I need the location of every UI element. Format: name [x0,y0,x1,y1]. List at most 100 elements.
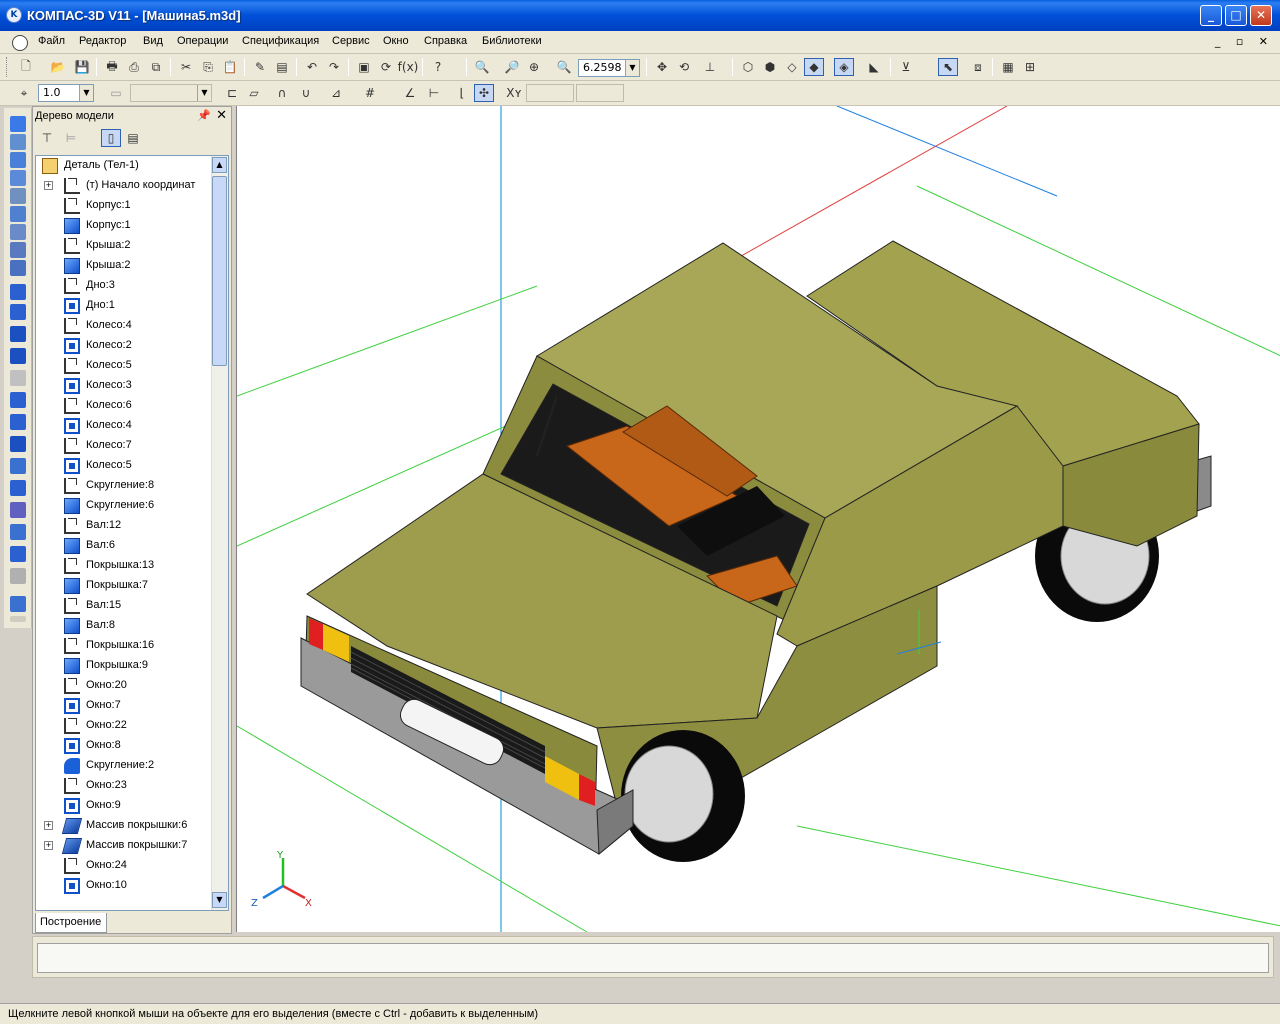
undo-icon[interactable]: ↶ [302,58,322,76]
wireframe-icon[interactable]: ⬡ [738,58,758,76]
tab-build[interactable]: Построение [35,913,107,933]
tree-item[interactable]: Колесо:6 [36,396,211,416]
menu-edit[interactable]: Редактор [79,35,126,47]
tree-item[interactable]: Покрышка:13 [36,556,211,576]
coords-icon[interactable]: ✣ [474,84,494,102]
snap-icon[interactable]: ∪ [296,84,316,102]
help-cursor-icon[interactable]: ? [428,58,448,76]
round-icon[interactable]: ⌊ [452,84,472,102]
section-icon[interactable]: ⧈ [968,58,988,76]
more-tools-icon[interactable] [10,616,26,622]
panel-close-icon[interactable]: ✕ [216,108,227,123]
select-icon[interactable]: ⬉ [938,58,958,76]
chevron-down-icon[interactable]: ▼ [197,85,211,101]
tree-item[interactable]: Дно:1 [36,296,211,316]
layer-icon[interactable]: ▭ [106,84,126,102]
menu-window[interactable]: Окно [383,35,409,47]
thin-lines-icon[interactable]: ◇ [782,58,802,76]
tree-item[interactable]: Дно:3 [36,276,211,296]
tree-root[interactable]: Деталь (Тел-1) [36,156,211,176]
toolbar-grip[interactable] [6,57,9,77]
chamfer-tool-icon[interactable] [10,414,26,430]
pin-icon[interactable]: 📌 [197,109,211,122]
detail-editing-icon[interactable] [10,116,26,132]
export-icon[interactable]: ⧉ [146,58,166,76]
mdi-window-controls[interactable]: _ ▫ ✕ [1215,35,1274,48]
orientation-icon[interactable]: ⊥ [700,58,720,76]
tree-item[interactable]: Вал:8 [36,616,211,636]
open-icon[interactable]: 📂 [48,58,68,76]
magnet-icon[interactable]: ∩ [272,84,292,102]
loft-tool-icon[interactable] [10,348,26,364]
print-preview-icon[interactable]: ⎙ [124,58,144,76]
tree-item[interactable]: + (т) Начало координат [36,176,211,196]
tree-item[interactable]: Окно:22 [36,716,211,736]
tree-item[interactable]: Скругление:8 [36,476,211,496]
cut-icon[interactable]: ✂ [176,58,196,76]
zoom-all-icon[interactable]: 🔎 [502,58,522,76]
scroll-thumb[interactable] [212,176,227,366]
expand-icon[interactable]: + [44,841,53,850]
kompas-app-icon[interactable]: K [6,7,22,23]
tree-structure-icon[interactable]: ⊤ [37,129,57,147]
menu-libraries[interactable]: Библиотеки [482,35,542,47]
tree-item[interactable]: + Массив покрышки:7 [36,836,211,856]
shell-tool-icon[interactable] [10,436,26,452]
tree-item[interactable]: Окно:9 [36,796,211,816]
tree-item[interactable]: Окно:24 [36,856,211,876]
close-button[interactable]: ✕ [1250,5,1272,26]
tree-view-icon[interactable]: ▯ [101,129,121,147]
pattern-tool-icon[interactable] [10,502,26,518]
zoom-combo[interactable]: 6.2598 ▼ [578,59,640,77]
boolean-tool-icon[interactable] [10,568,26,584]
rebuild-icon[interactable]: ⟳ [376,58,396,76]
tree-item[interactable]: Колесо:2 [36,336,211,356]
local-cs-icon[interactable]: ⊏ [222,84,242,102]
tree-item[interactable]: Крыша:2 [36,256,211,276]
fillet-tool-icon[interactable] [10,392,26,408]
pan-icon[interactable]: ✥ [652,58,672,76]
new-document-icon[interactable]: 🗋 [16,58,36,76]
rotate-icon[interactable]: ⟲ [674,58,694,76]
tree-item[interactable]: Колесо:5 [36,356,211,376]
tree-item[interactable]: Колесо:7 [36,436,211,456]
tree-item[interactable]: Покрышка:16 [36,636,211,656]
menu-service[interactable]: Сервис [332,35,370,47]
orthogonal-icon[interactable]: ⊿ [326,84,346,102]
revolve-tool-icon[interactable] [10,304,26,320]
tree-item[interactable]: Окно:23 [36,776,211,796]
tree-item[interactable]: Окно:20 [36,676,211,696]
tree-item[interactable]: Колесо:4 [36,416,211,436]
menu-file[interactable]: Файл [38,35,65,47]
step-combo[interactable]: 1.0 ▼ [38,84,94,102]
tree-item[interactable]: Скругление:2 [36,756,211,776]
maximize-button[interactable]: □ [1225,5,1247,26]
zoom-in-icon[interactable]: ⊕ [524,58,544,76]
curves-icon[interactable] [10,134,26,150]
filters-icon[interactable] [10,206,26,222]
redo-icon[interactable]: ↷ [324,58,344,76]
parameters-icon[interactable]: ▣ [354,58,374,76]
tree-item[interactable]: + Массив покрышки:6 [36,816,211,836]
tree-item[interactable]: Вал:15 [36,596,211,616]
properties-icon[interactable]: ✎ [250,58,270,76]
tree-list-icon[interactable]: ▤ [123,129,143,147]
shaded-icon[interactable]: ◆ [804,58,824,76]
chevron-down-icon[interactable]: ▼ [625,60,639,76]
tree-item[interactable]: Корпус:1 [36,196,211,216]
thread-tool-icon[interactable] [10,596,26,612]
extrude-tool-icon[interactable] [10,284,26,300]
perspective-icon[interactable]: ◣ [864,58,884,76]
tree-item[interactable]: Вал:12 [36,516,211,536]
tree-item[interactable]: Покрышка:7 [36,576,211,596]
tree-item[interactable]: Окно:8 [36,736,211,756]
shaded-edges-icon[interactable]: ◈ [834,58,854,76]
tree-item[interactable]: Скругление:6 [36,496,211,516]
x-coord-field[interactable] [526,84,574,102]
expand-icon[interactable]: + [44,821,53,830]
array-tools-icon[interactable] [10,170,26,186]
model-viewport[interactable]: Y X Z [236,106,1280,932]
copy-icon[interactable]: ⎘ [198,58,218,76]
grid-icon[interactable]: # [360,84,380,102]
scroll-up-icon[interactable]: ▲ [212,157,227,173]
